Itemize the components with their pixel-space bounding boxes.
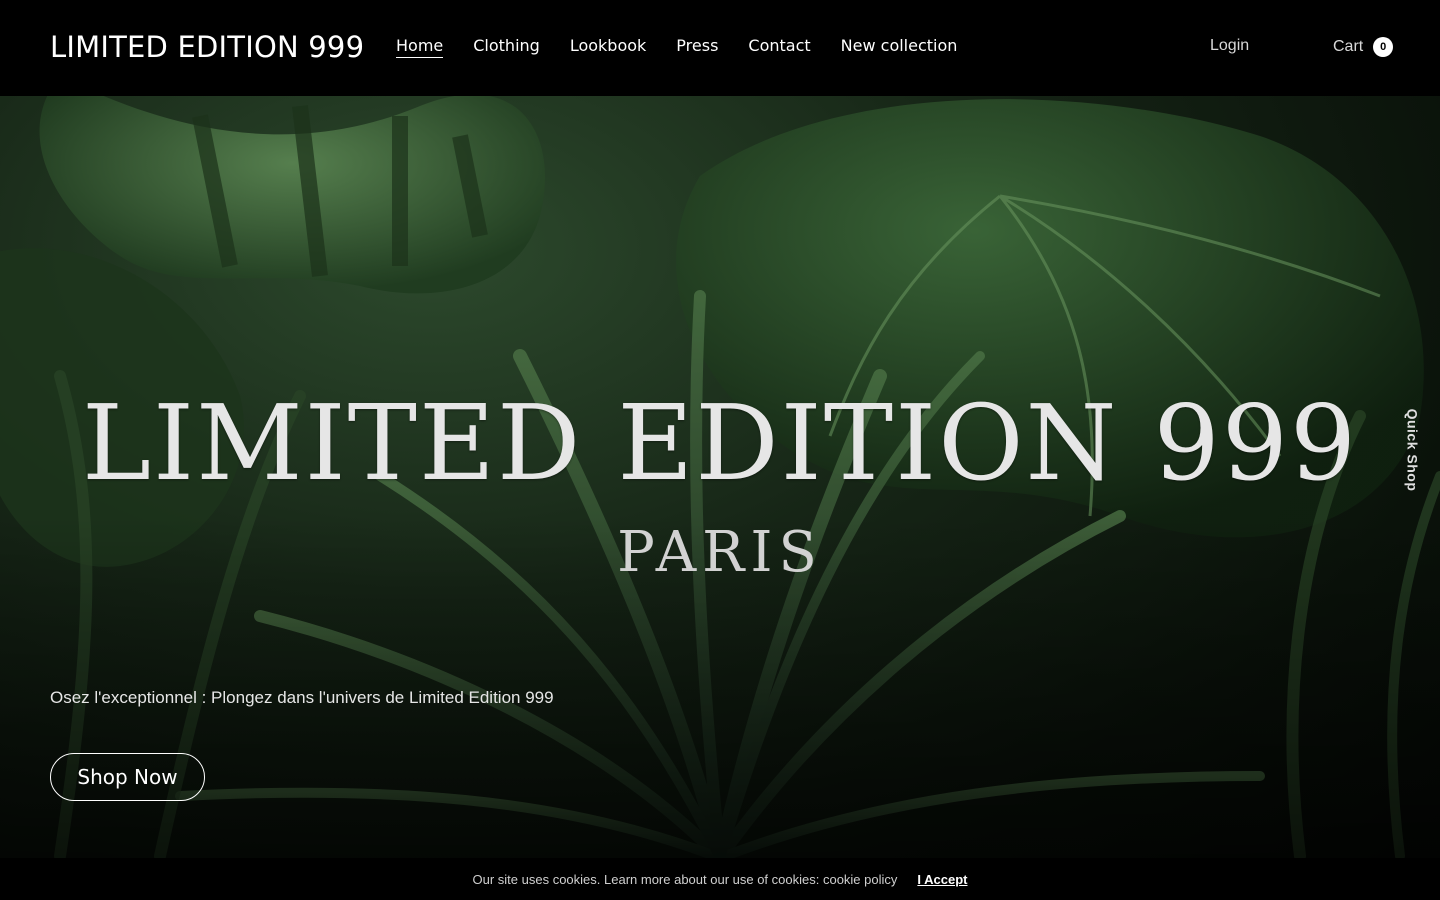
nav-item-press[interactable]: Press: [676, 36, 718, 58]
cookie-accept-button[interactable]: I Accept: [917, 872, 967, 887]
hero-subtitle: PARIS: [617, 520, 823, 585]
hero-tagline: Osez l'exceptionnel : Plongez dans l'uni…: [50, 688, 554, 707]
login-link[interactable]: Login: [1210, 37, 1249, 55]
nav-item-contact[interactable]: Contact: [748, 36, 810, 58]
cart-count-badge: 0: [1373, 37, 1394, 57]
main-nav: Home Clothing Lookbook Press Contact New…: [396, 36, 957, 58]
brand-logo-link[interactable]: LIMITED EDITION 999: [50, 30, 364, 64]
nav-item-home[interactable]: Home: [396, 36, 444, 58]
cart-link[interactable]: Cart 0: [1333, 37, 1394, 57]
cookie-banner: Our site uses cookies. Learn more about …: [0, 858, 1440, 900]
page: LIMITED EDITION 999 Home Clothing Lookbo…: [0, 0, 1440, 900]
nav-item-lookbook[interactable]: Lookbook: [570, 36, 646, 58]
nav-item-clothing[interactable]: Clothing: [473, 36, 540, 58]
cart-label: Cart: [1333, 38, 1364, 55]
site-header: LIMITED EDITION 999 Home Clothing Lookbo…: [0, 0, 1440, 96]
nav-item-new-collection[interactable]: New collection: [841, 36, 958, 58]
quick-shop-label: Quick Shop: [1404, 408, 1421, 492]
cookie-text: Our site uses cookies. Learn more about …: [472, 871, 898, 887]
shop-now-button[interactable]: Shop Now: [50, 753, 205, 801]
hero-banner: LIMITED EDITION 999 PARIS Osez l'excepti…: [0, 96, 1440, 858]
hero-title: LIMITED EDITION 999: [81, 382, 1359, 504]
quick-shop-tab[interactable]: Quick Shop: [1400, 408, 1424, 492]
